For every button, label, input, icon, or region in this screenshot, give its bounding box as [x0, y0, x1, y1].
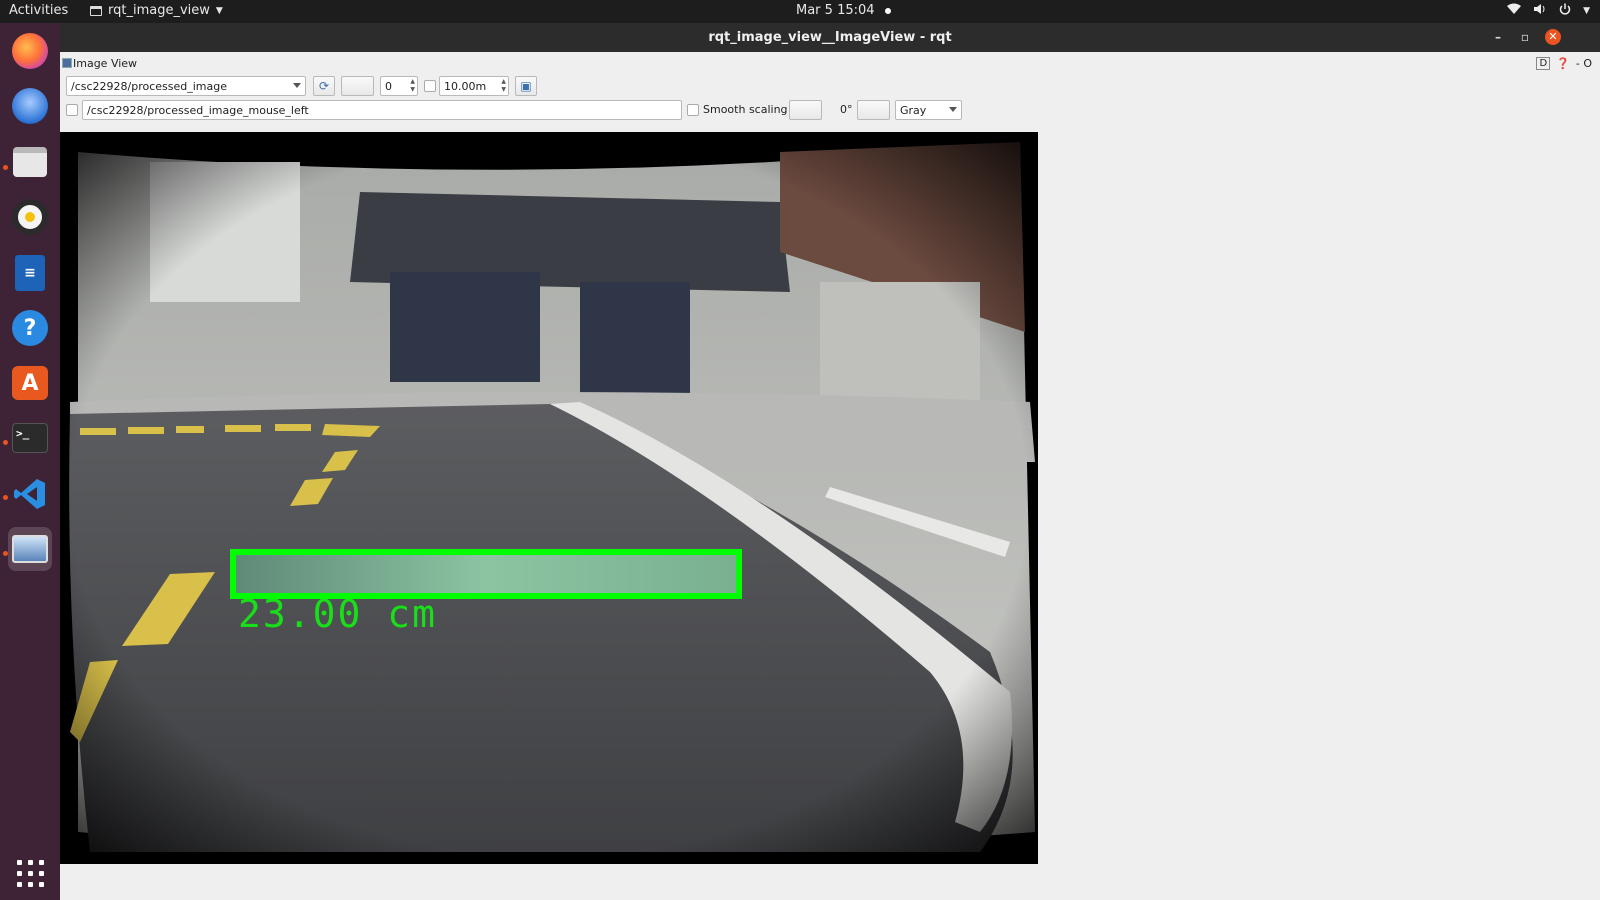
rotation-label: 0°: [840, 103, 853, 116]
help-icon[interactable]: ❓: [1556, 57, 1570, 70]
system-tray[interactable]: ▼: [1507, 3, 1590, 18]
mouse-topic-input[interactable]: /csc22928/processed_image_mouse_left: [82, 100, 682, 120]
plugin-controls: D ❓ - O: [1536, 57, 1592, 70]
window-titlebar[interactable]: rqt_image_view__ImageView - rqt – ▫ ✕: [60, 23, 1600, 52]
plugin-title: Image View: [73, 57, 138, 70]
rotate-left-button[interactable]: [789, 100, 822, 120]
window-title: rqt_image_view__ImageView - rqt: [708, 30, 952, 45]
power-icon[interactable]: [1559, 3, 1571, 18]
files-icon: [13, 147, 47, 177]
restore-button[interactable]: ▫: [1517, 29, 1533, 45]
publish-mouse-checkbox[interactable]: [66, 104, 78, 116]
app-menu[interactable]: rqt_image_view ▼: [90, 3, 223, 18]
smooth-scaling-label: Smooth scaling: [703, 103, 788, 116]
spin-arrows-icon[interactable]: ▲ ▼: [501, 78, 506, 94]
help-button[interactable]: D: [1536, 57, 1551, 70]
distance-label: 23.00 cm: [238, 592, 438, 636]
save-icon: ▣: [520, 79, 532, 93]
mouse-topic-value: /csc22928/processed_image_mouse_left: [87, 103, 309, 117]
dock-item-image-view[interactable]: [8, 527, 52, 571]
max-range-value: 10.00m: [444, 79, 487, 93]
plugin-window-controls[interactable]: - O: [1576, 57, 1592, 70]
activities-button[interactable]: Activities: [9, 3, 68, 18]
dock-item-writer[interactable]: ≡: [8, 251, 52, 295]
chevron-down-icon: [293, 83, 301, 88]
smooth-scaling-checkbox[interactable]: [687, 104, 699, 116]
camera-scene: [60, 132, 1038, 864]
dock: ≡ ? A >_: [0, 23, 60, 900]
dock-item-vscode[interactable]: [8, 472, 52, 516]
thunderbird-icon: [12, 88, 48, 124]
wifi-icon[interactable]: [1507, 3, 1522, 18]
dock-item-help[interactable]: ?: [8, 306, 52, 350]
help-icon: ?: [12, 310, 48, 346]
image-view-icon: [12, 535, 48, 563]
dock-item-rhythmbox[interactable]: [8, 195, 52, 239]
window-icon: [90, 5, 102, 16]
rqt-client-area: Image View D ❓ - O /csc22928/processed_i…: [60, 52, 1600, 900]
volume-icon[interactable]: [1533, 3, 1547, 18]
dock-item-thunderbird[interactable]: [8, 84, 52, 128]
zoom-button[interactable]: [341, 76, 374, 96]
dynamic-range-value: 0: [385, 79, 392, 93]
notification-dot-icon: [884, 7, 891, 14]
dock-item-terminal[interactable]: >_: [8, 416, 52, 460]
dock-item-files[interactable]: [8, 140, 52, 184]
dock-item-app-store[interactable]: A: [8, 361, 52, 405]
close-button[interactable]: ✕: [1545, 29, 1561, 45]
refresh-topics-button[interactable]: ⟳: [313, 76, 335, 96]
firefox-icon: [12, 33, 48, 69]
terminal-icon: >_: [12, 423, 48, 453]
clock[interactable]: Mar 5 15:04: [796, 3, 891, 18]
dynamic-range-checkbox[interactable]: [424, 80, 436, 92]
vscode-icon: [12, 476, 48, 512]
save-image-button[interactable]: ▣: [515, 76, 537, 96]
image-view-icon: [62, 58, 72, 68]
dynamic-range-spinbox[interactable]: 0 ▲ ▼: [380, 76, 418, 96]
chevron-down-icon: [949, 107, 957, 112]
top-bar: Activities rqt_image_view ▼ Mar 5 15:04 …: [0, 0, 1600, 23]
rhythmbox-icon: [12, 199, 48, 235]
show-applications-button[interactable]: [17, 860, 45, 888]
minimize-button[interactable]: –: [1490, 29, 1506, 45]
rotate-right-button[interactable]: [857, 100, 890, 120]
spin-arrows-icon[interactable]: ▲ ▼: [410, 78, 415, 94]
refresh-icon: ⟳: [318, 79, 330, 93]
app-menu-label: rqt_image_view: [108, 3, 210, 18]
plugin-titlebar: Image View D ❓ - O: [60, 55, 1600, 73]
color-scheme-select[interactable]: Gray: [895, 100, 962, 120]
topic-select-value: /csc22928/processed_image: [71, 79, 228, 93]
topic-select[interactable]: /csc22928/processed_image: [66, 76, 306, 96]
clock-label: Mar 5 15:04: [796, 3, 875, 18]
app-store-icon: A: [12, 366, 48, 400]
dock-item-firefox[interactable]: [8, 29, 52, 73]
camera-image[interactable]: 23.00 cm: [60, 132, 1038, 864]
max-range-spinbox[interactable]: 10.00m ▲ ▼: [439, 76, 509, 96]
chevron-down-icon[interactable]: ▼: [1583, 6, 1590, 16]
writer-icon: ≡: [15, 255, 45, 291]
chevron-down-icon: ▼: [215, 5, 223, 16]
color-scheme-value: Gray: [900, 103, 927, 117]
